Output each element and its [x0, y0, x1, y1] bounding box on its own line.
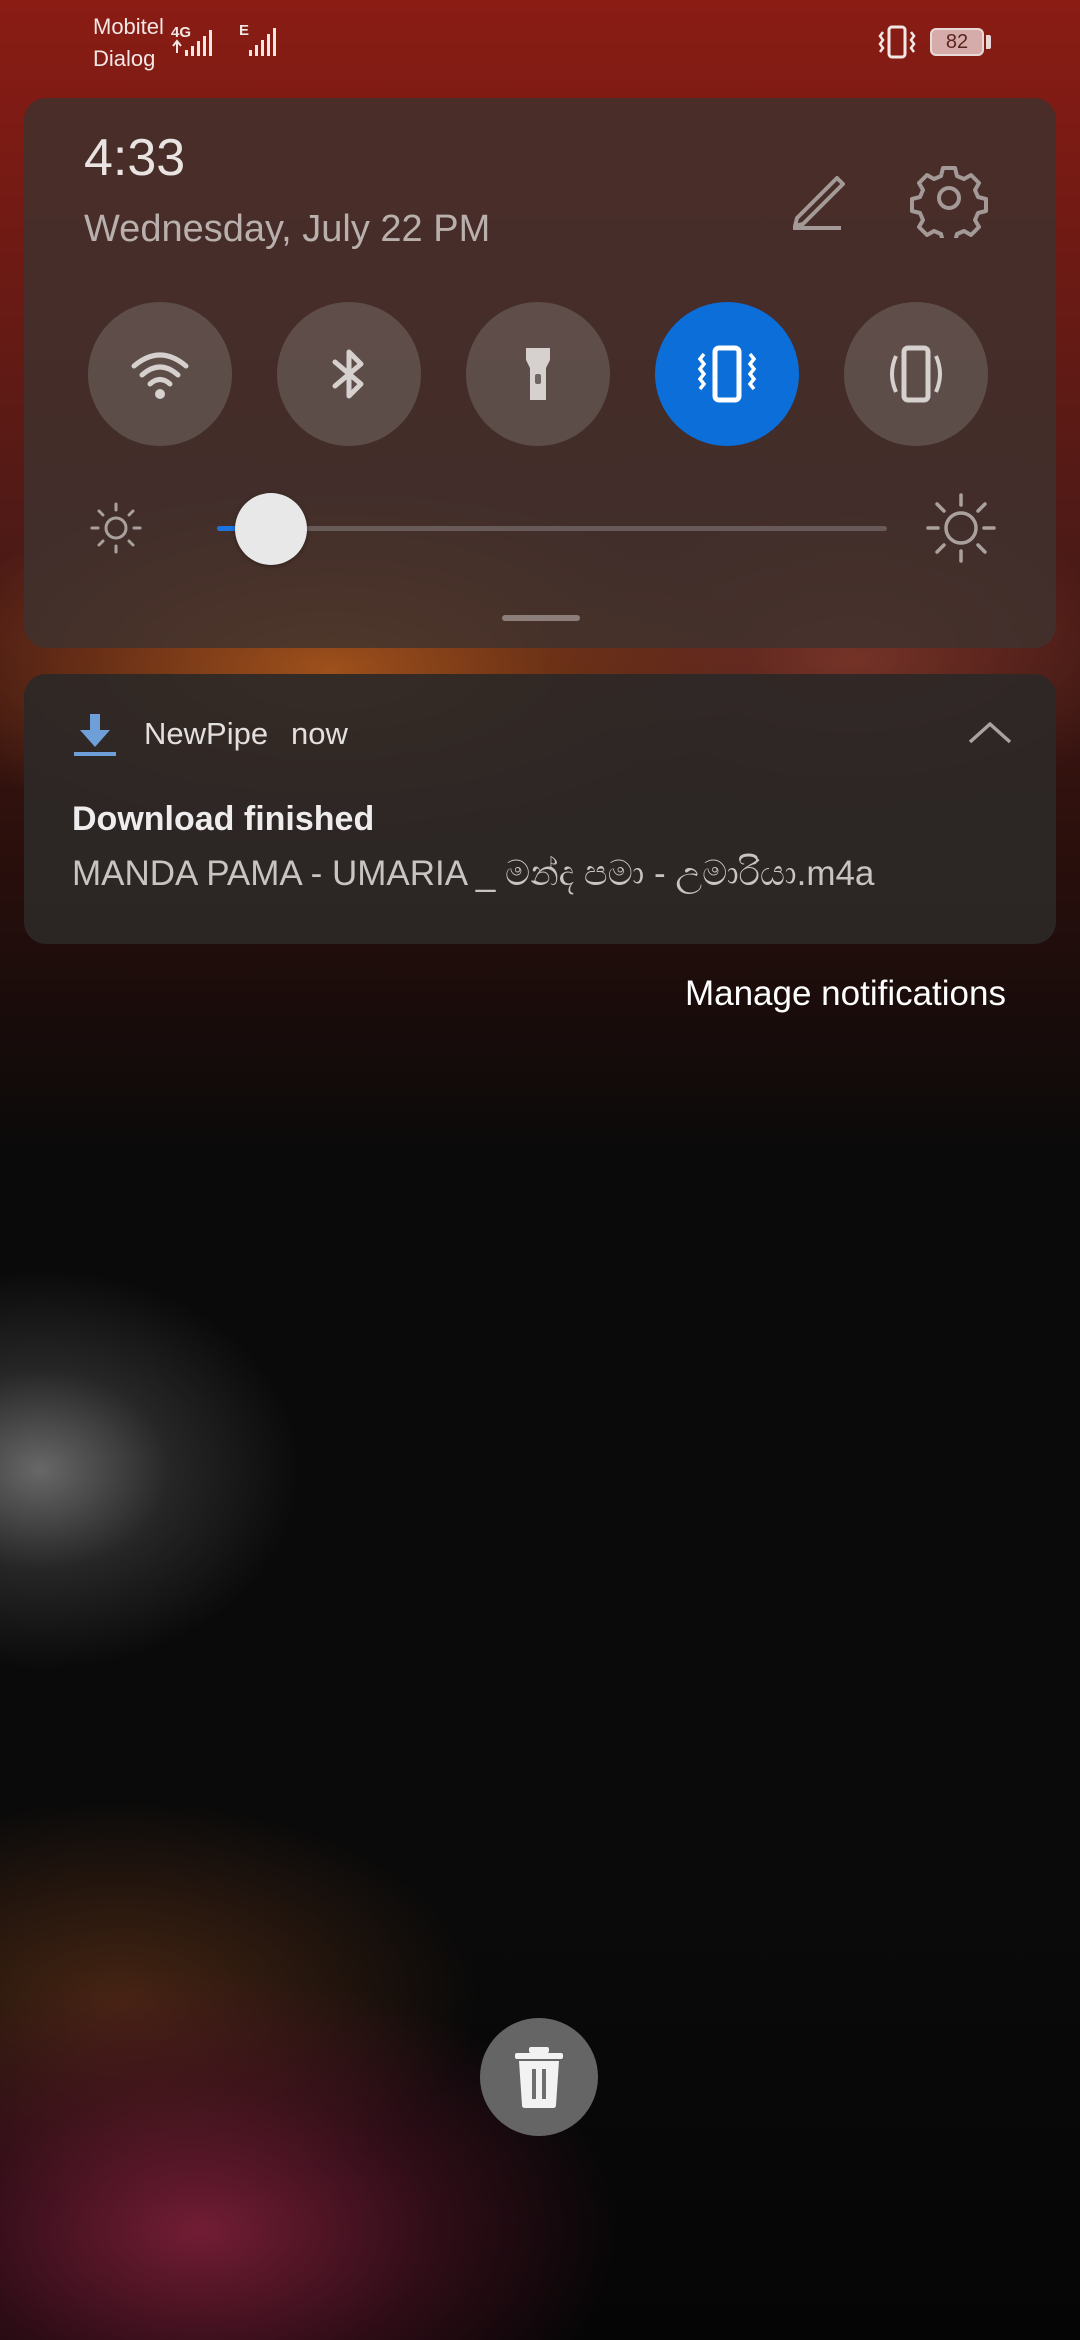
date: Wednesday, July 22 PM — [84, 208, 491, 250]
quick-settings-panel: 4:33 Wednesday, July 22 PM — [24, 98, 1056, 648]
vibrate-icon — [878, 25, 916, 59]
flashlight-tile[interactable] — [466, 302, 610, 446]
notification-expand-button[interactable] — [964, 714, 1016, 750]
wifi-icon — [131, 352, 189, 399]
brightness-high-icon — [926, 493, 996, 563]
clock: 4:33 — [84, 129, 186, 187]
notification-text: MANDA PAMA - UMARIA _ මන්ද පමා - උමාරියා… — [72, 854, 875, 893]
chevron-up-icon — [968, 722, 1012, 744]
rotate-icon — [890, 345, 942, 403]
brightness-low-icon — [90, 502, 142, 554]
bluetooth-tile[interactable] — [277, 302, 421, 446]
panel-drag-handle[interactable] — [502, 615, 580, 621]
notification-title: Download finished — [72, 800, 375, 838]
brightness-slider-track[interactable] — [217, 526, 887, 531]
manage-notifications-link[interactable]: Manage notifications — [685, 974, 1006, 1014]
flashlight-icon — [526, 348, 550, 400]
vibrate-icon — [697, 345, 757, 403]
clear-notifications-button[interactable] — [480, 2018, 598, 2136]
battery-level: 82 — [945, 31, 969, 53]
signal-strength-icon — [172, 30, 212, 56]
brightness-slider-thumb[interactable] — [234, 493, 307, 565]
notification-time: now — [291, 716, 348, 751]
download-icon — [74, 714, 116, 756]
bluetooth-icon — [332, 349, 364, 399]
wifi-tile[interactable] — [88, 302, 232, 446]
status-bar: Mobitel Dialog 4G E 82 — [0, 0, 1080, 90]
pencil-icon — [793, 176, 845, 230]
edit-button[interactable] — [779, 158, 859, 238]
gear-icon — [910, 166, 988, 244]
notification-app-name: NewPipe — [144, 716, 269, 751]
battery-cap — [986, 35, 991, 49]
signal-strength-icon — [249, 28, 276, 56]
vibrate-tile[interactable] — [655, 302, 799, 446]
settings-button[interactable] — [909, 158, 989, 244]
notification-card[interactable]: NewPipe now Download finished MANDA PAMA… — [24, 674, 1056, 944]
trash-icon — [515, 2047, 563, 2108]
auto-rotate-tile[interactable] — [844, 302, 988, 446]
carrier-1-label: Mobitel — [93, 14, 164, 39]
battery-icon: 82 — [930, 28, 984, 56]
carrier-2-label: Dialog — [93, 46, 156, 71]
